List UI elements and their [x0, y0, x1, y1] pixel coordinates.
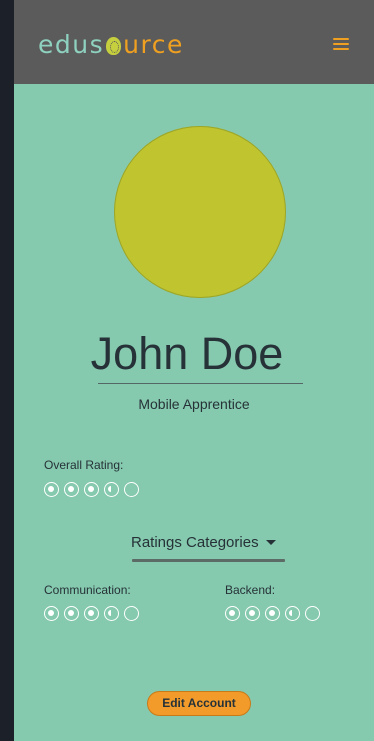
rating-empty-icon	[124, 606, 139, 621]
communication-label: Communication:	[44, 583, 131, 597]
avatar	[114, 126, 286, 298]
menu-bar	[333, 43, 349, 45]
rating-half-icon	[285, 606, 300, 621]
rating-full-icon	[84, 482, 99, 497]
name-divider	[98, 383, 303, 384]
logo-text-end: urce	[123, 30, 184, 59]
profile-role: Mobile Apprentice	[138, 396, 250, 412]
communication-rating-dots	[44, 606, 139, 621]
rating-full-icon	[64, 606, 79, 621]
backend-rating-dots	[225, 606, 320, 621]
edit-account-button[interactable]: Edit Account	[147, 691, 251, 716]
top-bar: edus urce	[14, 0, 374, 84]
rating-full-icon	[44, 606, 59, 621]
ratings-categories-dropdown[interactable]: Ratings Categories	[131, 534, 276, 551]
logo[interactable]: edus urce	[38, 30, 184, 59]
overall-rating-label: Overall Rating:	[44, 458, 124, 472]
thumbprint-icon	[106, 36, 122, 55]
menu-bar	[333, 38, 349, 40]
rating-full-icon	[245, 606, 260, 621]
rating-full-icon	[225, 606, 240, 621]
menu-bar	[333, 48, 349, 50]
rating-empty-icon	[124, 482, 139, 497]
hamburger-icon[interactable]	[333, 38, 349, 50]
rating-half-icon	[104, 606, 119, 621]
rating-full-icon	[64, 482, 79, 497]
dropdown-underline	[132, 559, 285, 562]
rating-half-icon	[104, 482, 119, 497]
rating-full-icon	[265, 606, 280, 621]
profile-name: John Doe	[90, 328, 284, 379]
dropdown-label: Ratings Categories	[131, 534, 259, 551]
rating-full-icon	[44, 482, 59, 497]
caret-down-icon	[265, 540, 276, 545]
overall-rating-dots	[44, 482, 139, 497]
app-frame: edus urce John Doe Mobile Apprentice Ove…	[14, 0, 374, 741]
logo-text-start: edus	[38, 30, 105, 59]
backend-label: Backend:	[225, 583, 276, 597]
rating-full-icon	[84, 606, 99, 621]
rating-empty-icon	[305, 606, 320, 621]
